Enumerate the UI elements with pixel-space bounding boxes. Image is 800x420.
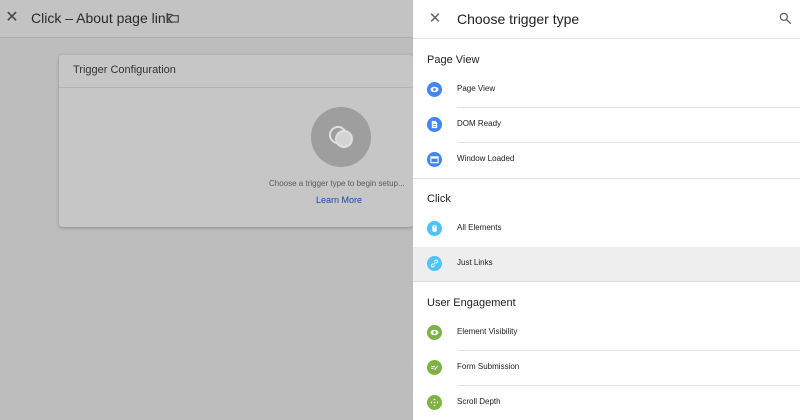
section-divider xyxy=(413,281,800,282)
section-title-user-engagement: User Engagement xyxy=(427,297,516,309)
editor-header: ✕ Click – About page link xyxy=(0,0,413,38)
trigger-item-label: DOM Ready xyxy=(457,119,502,128)
trigger-item-label: Form Submission xyxy=(457,362,520,371)
eye-icon xyxy=(427,325,442,340)
card-title: Trigger Configuration xyxy=(73,64,176,76)
form-icon xyxy=(427,360,442,375)
trigger-editor-background: ✕ Click – About page link Trigger Config… xyxy=(0,0,413,420)
trigger-item-label: Just Links xyxy=(457,258,493,267)
trigger-item-dom-ready[interactable]: DOM Ready xyxy=(413,108,800,142)
move-icon xyxy=(427,395,442,410)
trigger-item-label: Scroll Depth xyxy=(457,397,501,406)
card-divider xyxy=(59,87,413,88)
folder-icon[interactable] xyxy=(166,11,180,25)
mouse-icon xyxy=(427,221,442,236)
trigger-item-scroll-depth[interactable]: Scroll Depth xyxy=(413,386,800,420)
trigger-item-form-submission[interactable]: Form Submission xyxy=(413,351,800,385)
close-icon[interactable]: ✕ xyxy=(428,11,442,27)
link-icon xyxy=(427,256,442,271)
trigger-item-all-elements[interactable]: All Elements xyxy=(413,212,800,246)
document-icon xyxy=(427,117,442,132)
window-icon xyxy=(427,152,442,167)
search-icon[interactable] xyxy=(778,11,792,25)
trigger-name-title[interactable]: Click – About page link xyxy=(31,10,173,26)
trigger-item-window-loaded[interactable]: Window Loaded xyxy=(413,143,800,177)
choose-trigger-type-panel: ✕ Choose trigger type Page View Page Vie… xyxy=(413,0,800,420)
trigger-item-page-view[interactable]: Page View xyxy=(413,73,800,107)
close-icon[interactable]: ✕ xyxy=(4,9,20,27)
section-title-click: Click xyxy=(427,193,451,205)
panel-title: Choose trigger type xyxy=(457,11,580,27)
trigger-item-label: All Elements xyxy=(457,223,502,232)
eye-icon xyxy=(427,82,442,97)
trigger-item-label: Element Visibility xyxy=(457,327,518,336)
learn-more-link[interactable]: Learn More xyxy=(316,195,362,205)
trigger-item-label: Window Loaded xyxy=(457,154,515,163)
trigger-placeholder-icon[interactable] xyxy=(311,107,371,167)
trigger-item-just-links[interactable]: Just Links xyxy=(413,247,800,281)
panel-header: ✕ Choose trigger type xyxy=(413,0,800,39)
trigger-item-label: Page View xyxy=(457,84,496,93)
trigger-configuration-card[interactable]: Trigger Configuration Choose a trigger t… xyxy=(59,55,413,227)
choose-trigger-hint: Choose a trigger type to begin setup... xyxy=(269,179,405,188)
trigger-item-element-visibility[interactable]: Element Visibility xyxy=(413,316,800,350)
section-divider xyxy=(413,178,800,179)
section-title-page-view: Page View xyxy=(427,54,480,66)
